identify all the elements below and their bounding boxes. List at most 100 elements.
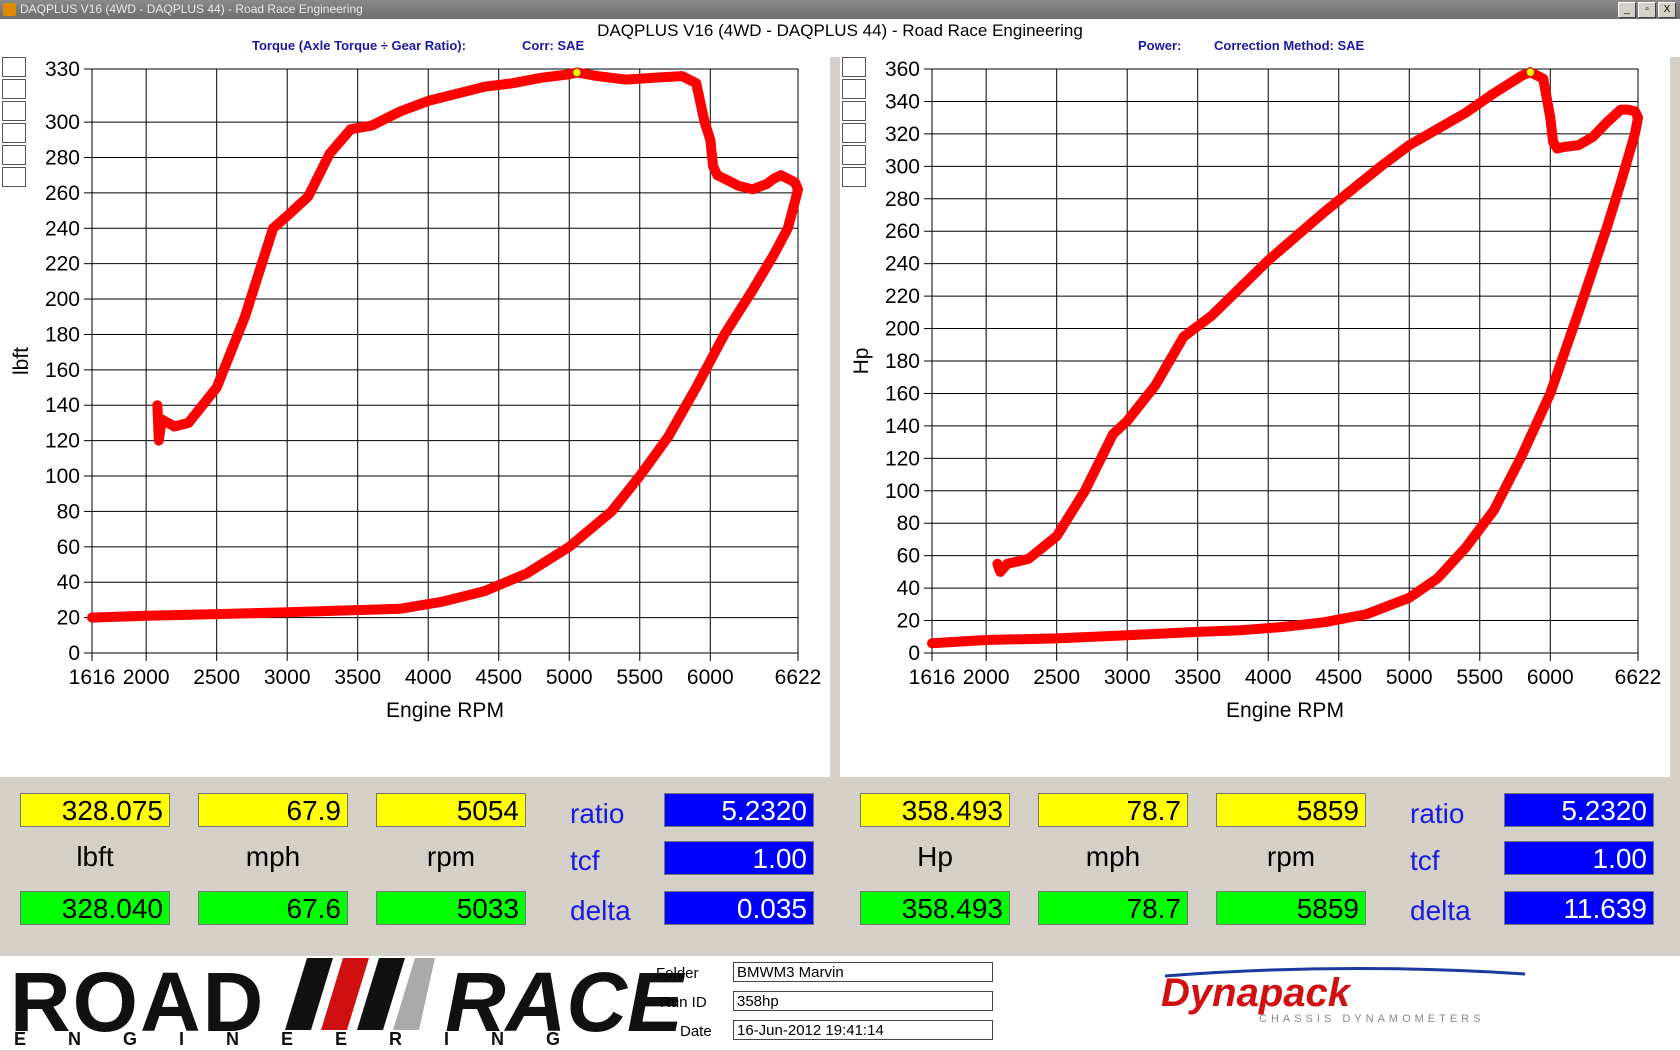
- y-tick-label: 280: [45, 146, 80, 169]
- torque-label: Torque (Axle Torque ÷ Gear Ratio):: [252, 38, 466, 53]
- x-tick-label: 3500: [1174, 666, 1221, 689]
- power-label: Power:: [1138, 38, 1182, 53]
- y-tick-label: 20: [57, 607, 80, 630]
- torque-chart-panel: 0 20 40 60 80 100 120 140 160 180 200 220 240 260 280 3…: [0, 57, 830, 777]
- y-tick-label: 200: [45, 288, 80, 311]
- unit-label: mph: [245, 841, 301, 872]
- y-tick-label: 180: [885, 350, 920, 373]
- power-chart-panel: 0 20 40 60 80 100 120 140 160 180 200 220 240 260 280 3…: [840, 57, 1670, 777]
- ratio-value: 5.2320: [664, 793, 814, 827]
- peak-mph-value: 67.9: [198, 793, 348, 827]
- x-tick-label: 5500: [1456, 666, 1503, 689]
- y-tick-label: 0: [68, 642, 80, 665]
- series-line: [927, 67, 1643, 649]
- y-tick-label: 120: [45, 430, 80, 453]
- y-tick-label: 40: [897, 577, 920, 600]
- x-axis-label: Engine RPM: [1226, 699, 1344, 722]
- torque-readout: 328.075 67.9 5054 lbft mph rpm 328.040 6…: [4, 779, 836, 954]
- y-tick-label: 220: [885, 285, 920, 308]
- runid-label: Run ID: [660, 994, 707, 1011]
- delta-value: 11.639: [1504, 891, 1654, 925]
- unit-label: mph: [1085, 841, 1141, 872]
- y-tick-label: 140: [45, 394, 80, 417]
- date-field[interactable]: 16-Jun-2012 19:41:14: [733, 1020, 993, 1040]
- x-tick-label: 5500: [616, 666, 663, 689]
- dynapack-logo: Dynapack CHASSIS DYNAMOMETERS: [1161, 966, 1526, 1025]
- x-tick-label: 4500: [475, 666, 522, 689]
- x-tick-label: 2000: [963, 666, 1010, 689]
- window-title: DAQPLUS V16 (4WD - DAQPLUS 44) - Road Ra…: [20, 2, 363, 16]
- ratio-label: ratio: [570, 798, 625, 829]
- torque-corr-label: Corr: SAE: [522, 38, 585, 53]
- app-icon: [3, 3, 16, 16]
- unit-label: Hp: [917, 841, 953, 872]
- torque-chart: 0 20 40 60 80 100 120 140 160 180 200 220 240 260 280 3…: [10, 58, 822, 722]
- y-tick-label: 260: [885, 220, 920, 243]
- y-axis-label: Hp: [850, 348, 873, 375]
- minimize-button[interactable]: _: [1618, 2, 1636, 18]
- y-tick-label: 80: [57, 500, 80, 523]
- cursor-mph-value: 67.6: [198, 891, 348, 925]
- delta-label: delta: [570, 895, 631, 926]
- y-tick-label: 40: [57, 571, 80, 594]
- folder-field[interactable]: BMWM3 Marvin: [733, 962, 993, 982]
- y-tick-label: 300: [885, 155, 920, 178]
- x-tick-label: 4000: [1245, 666, 1292, 689]
- peak-torque-value: 328.075: [20, 793, 170, 827]
- ratio-label: ratio: [1410, 798, 1465, 829]
- y-tick-label: 100: [45, 465, 80, 488]
- y-tick-label: 100: [885, 480, 920, 503]
- peak-mph-value: 78.7: [1038, 793, 1188, 827]
- y-tick-label: 240: [45, 217, 80, 240]
- cursor-mph-value: 78.7: [1038, 891, 1188, 925]
- tcf-value: 1.00: [664, 841, 814, 875]
- delta-value: 0.035: [664, 891, 814, 925]
- unit-label: lbft: [76, 841, 114, 872]
- y-tick-label: 300: [45, 111, 80, 134]
- tcf-label: tcf: [1410, 845, 1440, 876]
- x-tick-label: 3000: [1104, 666, 1151, 689]
- cursor-rpm-value: 5033: [376, 891, 526, 925]
- y-tick-label: 120: [885, 447, 920, 470]
- peak-rpm-value: 5054: [376, 793, 526, 827]
- y-tick-label: 330: [45, 58, 80, 81]
- unit-label: rpm: [426, 841, 476, 872]
- close-button[interactable]: X: [1658, 2, 1676, 18]
- y-tick-label: 280: [885, 188, 920, 211]
- logo-engineering-text: ENGINEERING: [14, 1029, 603, 1049]
- y-tick-label: 20: [897, 610, 920, 633]
- y-tick-label: 200: [885, 318, 920, 341]
- y-tick-label: 0: [908, 642, 920, 665]
- cursor-power-value: 358.493: [860, 891, 1010, 925]
- date-label: Date: [680, 1023, 712, 1040]
- x-tick-label: 4500: [1315, 666, 1362, 689]
- dynapack-sub-text: CHASSIS DYNAMOMETERS: [1259, 1013, 1484, 1025]
- x-tick-label: 1616: [69, 666, 116, 689]
- x-tick-label: 6000: [687, 666, 734, 689]
- x-tick-label: 4000: [405, 666, 452, 689]
- dynapack-brand-text: Dynapack: [1161, 971, 1352, 1015]
- peak-marker: [1525, 67, 1535, 77]
- unit-label: rpm: [1266, 841, 1316, 872]
- power-readout: 358.493 78.7 5859 Hp mph rpm 358.493 78.…: [844, 779, 1676, 954]
- y-tick-label: 240: [885, 253, 920, 276]
- power-corr-label: Correction Method: SAE: [1214, 38, 1365, 53]
- restore-button[interactable]: ▫: [1638, 2, 1656, 18]
- series-line: [87, 67, 803, 623]
- logo-stripes-icon: [285, 958, 435, 1030]
- y-tick-label: 160: [885, 382, 920, 405]
- window-controls: _ ▫ X: [1618, 2, 1676, 18]
- x-tick-label: 6622: [775, 666, 822, 689]
- x-tick-label: 3000: [264, 666, 311, 689]
- peak-rpm-value: 5859: [1216, 793, 1366, 827]
- x-tick-label: 3500: [334, 666, 381, 689]
- cursor-torque-value: 328.040: [20, 891, 170, 925]
- delta-label: delta: [1410, 895, 1471, 926]
- runid-field[interactable]: 358hp: [733, 991, 993, 1011]
- cursor-rpm-value: 5859: [1216, 891, 1366, 925]
- x-tick-label: 6000: [1527, 666, 1574, 689]
- x-tick-label: 2000: [123, 666, 170, 689]
- x-axis-label: Engine RPM: [386, 699, 504, 722]
- x-tick-label: 1616: [909, 666, 956, 689]
- x-tick-label: 5000: [1386, 666, 1433, 689]
